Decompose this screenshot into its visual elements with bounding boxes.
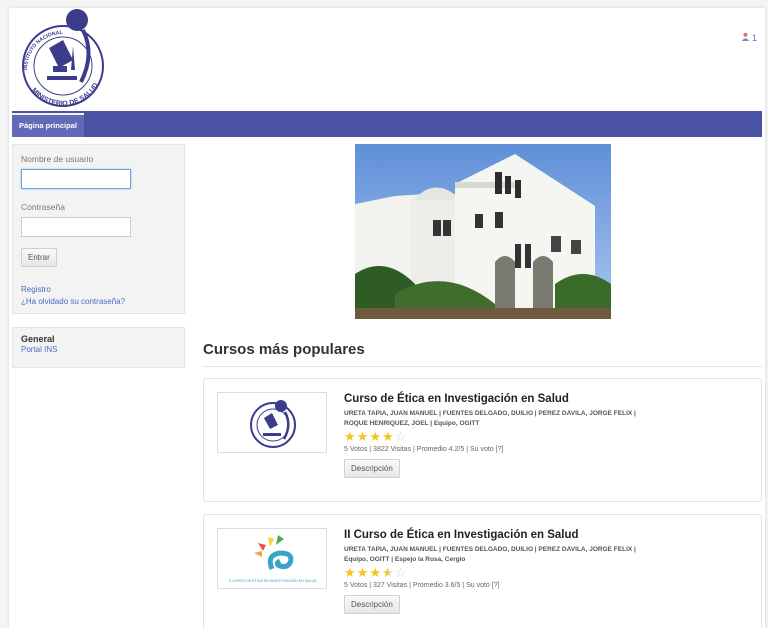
password-label: Contraseña [21,202,65,212]
star-icon[interactable]: ★ [382,429,395,444]
user-menu[interactable]: 1 [741,32,757,43]
main-navbar: Página principal [12,111,762,137]
course-card: Curso de Ética en Investigación en Salud… [203,378,762,502]
star-icon[interactable]: ☆ [395,565,408,580]
description-button[interactable]: Descripción [344,459,400,478]
page: INSTITUTO NACIONAL DE SALUD MINISTERIO D… [9,4,765,628]
tab-home[interactable]: Página principal [12,113,84,137]
course-teachers: URETA TAPIA, JUAN MANUEL | FUENTES DELGA… [344,410,636,427]
user-count: 1 [751,32,757,43]
course-teachers: URETA TAPIA, JUAN MANUEL | FUENTES DELGA… [344,546,636,563]
ins-logo[interactable]: INSTITUTO NACIONAL DE SALUD MINISTERIO D… [13,4,113,108]
star-icon[interactable]: ★ [344,429,357,444]
popular-courses-title: Cursos más populares [203,341,365,358]
course-title[interactable]: II Curso de Ética en Investigación en Sa… [344,529,751,541]
description-button[interactable]: Descripción [344,595,400,614]
star-icon[interactable]: ★ [357,565,370,580]
rating-stars[interactable]: ★★★★☆ [344,430,751,444]
course-title[interactable]: Curso de Ética en Investigación en Salud [344,393,751,405]
star-icon[interactable]: ★ [369,565,382,580]
section-divider [203,366,762,367]
institute-building-photo [355,144,611,319]
star-icon[interactable]: ★ [344,565,357,580]
rating-stars[interactable]: ★★★★☆ [344,566,751,580]
star-icon[interactable]: ★ [382,565,395,580]
course-stats: 5 Votos | 3822 Visitas | Promedio 4.2/5 … [344,446,504,453]
general-heading: General [21,334,55,344]
course-thumbnail[interactable] [217,392,327,453]
course-stats: 5 Votos | 327 Visitas | Promedio 3.6/5 |… [344,582,500,589]
password-field[interactable] [21,217,131,237]
login-button[interactable]: Entrar [21,248,57,267]
course-thumbnail[interactable]: II CURSO DE ÉTICA EN INVESTIGACIÓN EN SA… [217,528,327,589]
user-icon [741,32,750,43]
forgot-password-link[interactable]: ¿Ha olvidado su contraseña? [21,296,176,308]
username-field[interactable] [21,169,131,189]
username-label: Nombre de usuario [21,154,94,164]
login-block: Nombre de usuario Contraseña Entrar Regi… [12,144,185,314]
star-icon[interactable]: ☆ [395,429,408,444]
register-link[interactable]: Registro [21,284,176,296]
star-icon[interactable]: ★ [357,429,370,444]
course-card: II CURSO DE ÉTICA EN INVESTIGACIÓN EN SA… [203,514,762,628]
thumb-caption: II CURSO DE ÉTICA EN INVESTIGACIÓN EN SA… [229,578,317,583]
star-icon[interactable]: ★ [369,429,382,444]
portal-ins-link[interactable]: Portal INS [21,345,176,354]
general-block: General Portal INS [12,327,185,368]
